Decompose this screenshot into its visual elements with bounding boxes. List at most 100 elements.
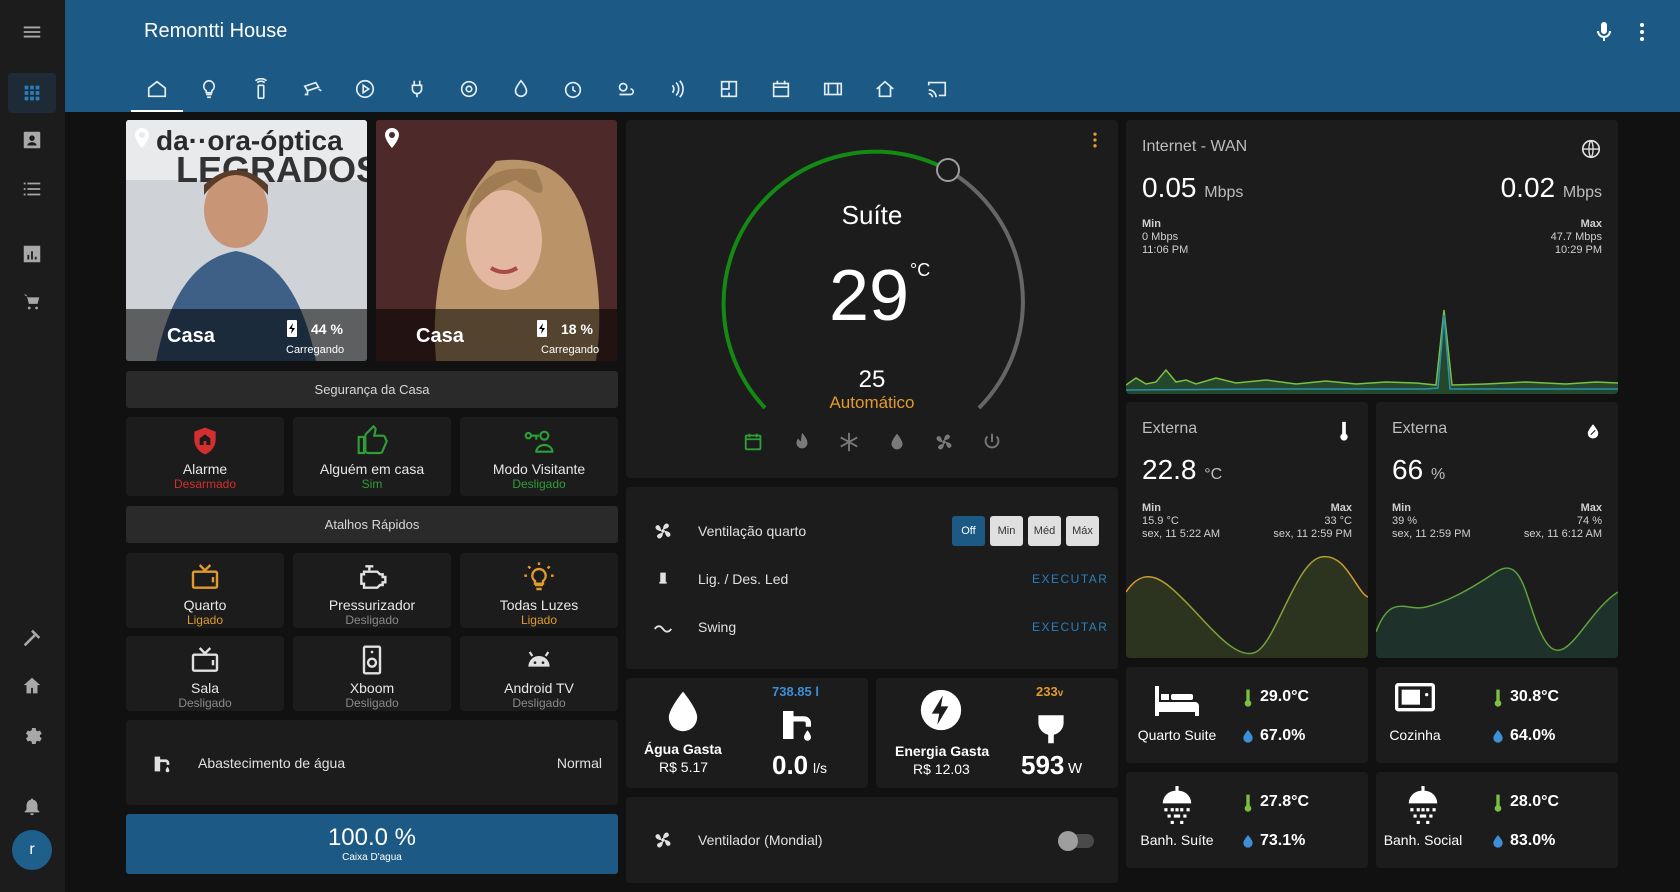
water-volume: 738.85 l [772,684,819,699]
microphone-icon[interactable] [1592,20,1616,44]
ext-temp-unit: °C [1204,466,1223,483]
fan-icon [655,832,671,848]
camera-tab[interactable] [287,66,339,112]
more-vert-icon[interactable] [1085,130,1105,150]
xboom-button[interactable]: Xboom Desligado [293,636,451,711]
water-cost: R$ 5.17 [659,759,709,775]
ext-temp-number: 22.8 [1142,454,1197,485]
energy-card: Energia Gasta R$ 12.03 233v 593 W [876,678,1118,788]
person-card-1[interactable]: da··ora-óptica LEGRADOS Casa 44 % Carreg… [126,120,367,361]
cart-icon[interactable] [12,282,52,322]
fan-icon[interactable] [933,431,955,453]
shortcuts-header: Atalhos Rápidos [126,506,618,543]
home-tab[interactable] [131,66,183,112]
execute-button[interactable]: EXECUTAR [1032,572,1108,586]
house-icon [876,80,894,98]
room-humidity: 83.0% [1510,832,1556,849]
tv-icon [191,647,219,672]
execute-button[interactable]: EXECUTAR [1032,620,1108,634]
max-value: 33 °C [1324,515,1352,527]
swing-icon [654,625,672,633]
button-state: Desligado [512,477,566,491]
signal-tab[interactable] [651,66,703,112]
thermostat-card: Suíte 29 °C 25 Automático [626,120,1118,478]
person-card-icon[interactable] [12,120,52,160]
video-tab[interactable] [807,66,859,112]
weather-icon [618,82,635,96]
calendar-tab[interactable] [755,66,807,112]
fan-toggle[interactable] [1058,831,1094,851]
more-vert-icon[interactable] [1630,20,1654,44]
power-icon[interactable] [981,431,1003,453]
fan-speed-med[interactable]: Méd [1028,516,1061,546]
visitor-mode-button[interactable]: Modo Visitante Desligado [460,417,618,496]
chart-icon[interactable] [12,234,52,274]
ext-temp-sparkline [1126,556,1368,658]
avatar-initial: r [29,841,35,858]
someone-home-button[interactable]: Alguém em casa Sim [293,417,451,496]
fan-speed-min[interactable]: Min [990,516,1023,546]
list-icon[interactable] [12,169,52,209]
button-label: Android TV [504,680,574,696]
room-card-banh-suite[interactable]: Banh. Suíte 27.8°C 73.1% [1126,772,1368,868]
snowflake-icon[interactable] [838,431,860,453]
water-pump-icon [154,756,170,773]
water-percent-icon[interactable] [886,431,908,453]
calendar-sync-icon[interactable] [743,431,765,453]
remote-icon [254,78,268,99]
button-state: Desligado [512,696,566,710]
flame-icon[interactable] [791,431,813,453]
web-icon [1581,139,1601,159]
plug-tab[interactable] [391,66,443,112]
button-state: Sim [361,477,383,491]
android-tv-button[interactable]: Android TV Desligado [460,636,618,711]
water-drop-icon [514,79,528,98]
avatar[interactable]: r [12,830,52,870]
alarm-button[interactable]: Alarme Desarmado [126,417,284,496]
fan-speed-max[interactable]: Máx [1066,516,1099,546]
battery-charging-icon [537,320,547,337]
water-tab[interactable] [495,66,547,112]
tv-icon [191,564,219,589]
fan-speed-off[interactable]: Off [952,516,985,546]
plug-icon [1038,706,1064,744]
thermostat-name: Suíte [841,200,903,230]
menu-icon[interactable] [12,12,52,52]
person-battery: 18 % [561,321,593,337]
clock-tab[interactable] [547,66,599,112]
room-card-banh-social[interactable]: Banh. Social 28.0°C 83.0% [1376,772,1618,868]
settings-icon[interactable] [12,714,52,754]
hammer-icon[interactable] [12,618,52,658]
dashboard-icon[interactable] [8,73,56,113]
shower-icon [1162,786,1192,824]
floorplan-tab[interactable] [703,66,755,112]
media-tab[interactable] [339,66,391,112]
weather-tab[interactable] [599,66,651,112]
room-card-cozinha[interactable]: Cozinha 30.8°C 64.0% [1376,667,1618,763]
room-card-quarto-suite[interactable]: Quarto Suite 29.0°C 67.0% [1126,667,1368,763]
fan-card: Ventilador (Mondial) [626,797,1118,883]
button-label: Sala [190,680,220,696]
cast-tab[interactable] [911,66,963,112]
home-gear-icon[interactable] [12,666,52,706]
button-state: Desligado [345,696,399,710]
water-flow: 0.0 [772,750,809,780]
upload-unit: Mbps [1562,184,1602,201]
home-icon [147,80,167,98]
person-card-2[interactable]: Casa 18 % Carregando [376,120,617,361]
room-name: Banh. Suíte [1140,832,1214,848]
thermometer-icon [1340,421,1348,441]
sync-tab[interactable] [443,66,495,112]
todas-luzes-button[interactable]: Todas Luzes Ligado [460,553,618,628]
button-label: Alarme [182,461,228,477]
remote-tab[interactable] [235,66,287,112]
light-tab[interactable] [183,66,235,112]
sala-button[interactable]: Sala Desligado [126,636,284,711]
thumbs-up-icon [357,424,388,455]
quarto-button[interactable]: Quarto Ligado [126,553,284,628]
bell-icon[interactable] [12,786,52,826]
pressurizador-button[interactable]: Pressurizador Desligado [293,553,451,628]
house-tab[interactable] [859,66,911,112]
video-icon [823,82,843,96]
water-supply-card[interactable]: Abastecimento de água Normal [126,720,618,805]
